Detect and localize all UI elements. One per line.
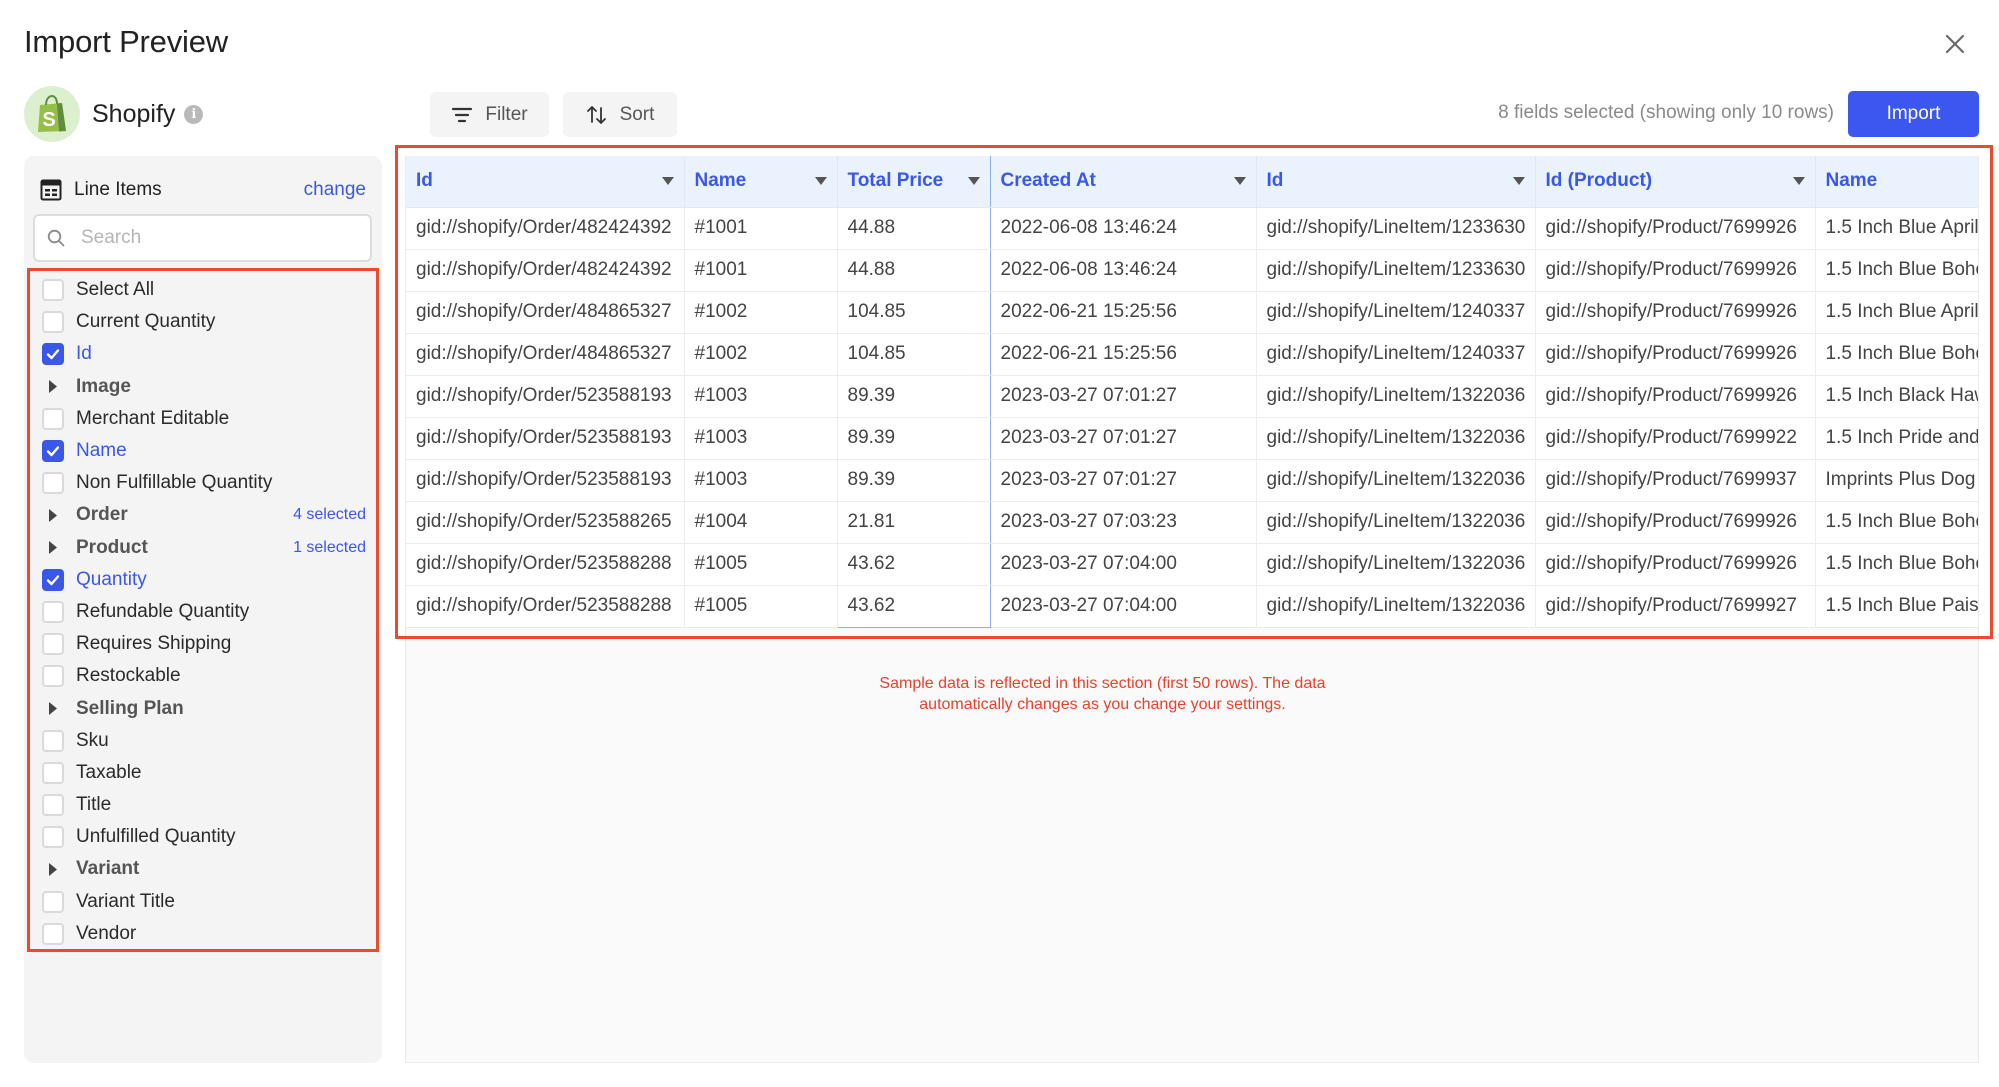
field-label: Selling Plan: [76, 697, 184, 719]
table-highlight: [395, 145, 1993, 639]
field-label: Taxable: [76, 761, 142, 783]
field-non-fulfillable-quantity[interactable]: Non Fulfillable Quantity: [42, 467, 368, 499]
field-label: Id: [76, 343, 92, 365]
filter-label: Filter: [485, 103, 528, 125]
checkbox[interactable]: [42, 279, 64, 302]
field-group-product[interactable]: Product 1 selected: [42, 532, 368, 564]
field-label: Merchant Editable: [76, 407, 230, 429]
field-requires-shipping[interactable]: Requires Shipping: [42, 628, 368, 660]
expand-caret-icon[interactable]: [42, 537, 64, 559]
shopify-logo: S: [24, 86, 80, 142]
field-label: Order: [76, 504, 128, 526]
field-quantity[interactable]: Quantity: [42, 564, 368, 596]
object-name: Line Items: [74, 179, 162, 200]
field-label: Non Fulfillable Quantity: [76, 472, 273, 494]
field-current-quantity[interactable]: Current Quantity: [42, 306, 368, 338]
field-refundable-quantity[interactable]: Refundable Quantity: [42, 596, 368, 628]
filter-button[interactable]: Filter: [430, 92, 549, 137]
selected-count: 4 selected: [293, 506, 366, 524]
field-search: [33, 214, 372, 262]
fields-sidebar: Line Items change Select All Current Quan…: [24, 156, 382, 1063]
checkbox-checked[interactable]: [42, 343, 64, 366]
field-merchant-editable[interactable]: Merchant Editable: [42, 403, 368, 435]
field-label: Requires Shipping: [76, 633, 232, 655]
check-icon: [46, 446, 60, 457]
field-name[interactable]: Name: [42, 435, 368, 467]
search-input[interactable]: [81, 227, 351, 249]
page-title: Import Preview: [24, 24, 228, 59]
checkbox-checked[interactable]: [42, 568, 64, 591]
sort-icon: [586, 105, 606, 124]
field-variant-title[interactable]: Variant Title: [42, 886, 368, 918]
field-list: Select All Current Quantity Id Image Merchan…: [42, 274, 368, 950]
field-label: Variant: [76, 858, 140, 880]
checkbox[interactable]: [42, 826, 64, 849]
field-label: Quantity: [76, 568, 147, 590]
search-icon: [47, 229, 65, 247]
field-list-highlight: Select All Current Quantity Id Image Merchan…: [27, 268, 379, 952]
field-label: Unfulfilled Quantity: [76, 826, 236, 848]
checkbox[interactable]: [42, 794, 64, 817]
checkbox[interactable]: [42, 472, 64, 495]
checkbox[interactable]: [42, 407, 64, 430]
info-icon[interactable]: i: [184, 104, 204, 124]
field-label: Variant Title: [76, 890, 175, 912]
filter-icon: [452, 107, 473, 122]
expand-caret-icon[interactable]: [42, 376, 64, 398]
change-object-link[interactable]: change: [304, 179, 366, 201]
checkbox[interactable]: [42, 729, 64, 752]
field-unfulfilled-quantity[interactable]: Unfulfilled Quantity: [42, 821, 368, 853]
field-label: Vendor: [76, 922, 137, 944]
sample-data-note: Sample data is reflected in this section…: [879, 675, 1326, 713]
close-button[interactable]: [1941, 30, 1969, 58]
check-icon: [46, 575, 60, 585]
checkbox[interactable]: [42, 890, 64, 913]
field-vendor[interactable]: Vendor: [42, 918, 368, 950]
close-icon: [1945, 34, 1965, 54]
field-label: Restockable: [76, 665, 181, 687]
field-label: Name: [76, 440, 127, 462]
field-title[interactable]: Title: [42, 789, 368, 821]
field-sku[interactable]: Sku: [42, 725, 368, 757]
table-icon: [40, 179, 62, 201]
source-name: Shopify: [92, 99, 176, 128]
object-header: Line Items change: [40, 176, 366, 204]
field-group-selling-plan[interactable]: Selling Plan: [42, 692, 368, 724]
field-group-order[interactable]: Order 4 selected: [42, 499, 368, 531]
shopify-bag-icon: S: [38, 95, 66, 132]
field-label: Current Quantity: [76, 311, 216, 333]
checkbox[interactable]: [42, 600, 64, 623]
field-label: Select All: [76, 279, 155, 301]
field-group-variant[interactable]: Variant: [42, 853, 368, 885]
field-taxable[interactable]: Taxable: [42, 757, 368, 789]
field-select-all[interactable]: Select All: [42, 274, 368, 306]
source-header: S Shopify i: [24, 86, 204, 142]
expand-caret-icon[interactable]: [42, 504, 64, 526]
selection-status: 8 fields selected (showing only 10 rows): [1498, 102, 1834, 123]
field-restockable[interactable]: Restockable: [42, 660, 368, 692]
svg-text:S: S: [42, 109, 55, 131]
field-label: Image: [76, 375, 131, 397]
checkbox[interactable]: [42, 761, 64, 784]
field-label: Sku: [76, 729, 109, 751]
checkbox-checked[interactable]: [42, 440, 64, 463]
check-icon: [46, 349, 60, 360]
checkbox[interactable]: [42, 922, 64, 945]
field-label: Product: [76, 536, 148, 558]
expand-caret-icon[interactable]: [42, 858, 64, 880]
selected-count: 1 selected: [293, 538, 366, 556]
sort-button[interactable]: Sort: [563, 92, 677, 137]
import-button[interactable]: Import: [1848, 91, 1979, 137]
checkbox[interactable]: [42, 311, 64, 334]
field-id[interactable]: Id: [42, 338, 368, 370]
field-label: Refundable Quantity: [76, 600, 250, 622]
expand-caret-icon[interactable]: [42, 698, 64, 720]
field-group-image[interactable]: Image: [42, 371, 368, 403]
checkbox[interactable]: [42, 665, 64, 688]
sort-label: Sort: [619, 103, 655, 125]
checkbox[interactable]: [42, 633, 64, 656]
field-label: Title: [76, 794, 112, 816]
